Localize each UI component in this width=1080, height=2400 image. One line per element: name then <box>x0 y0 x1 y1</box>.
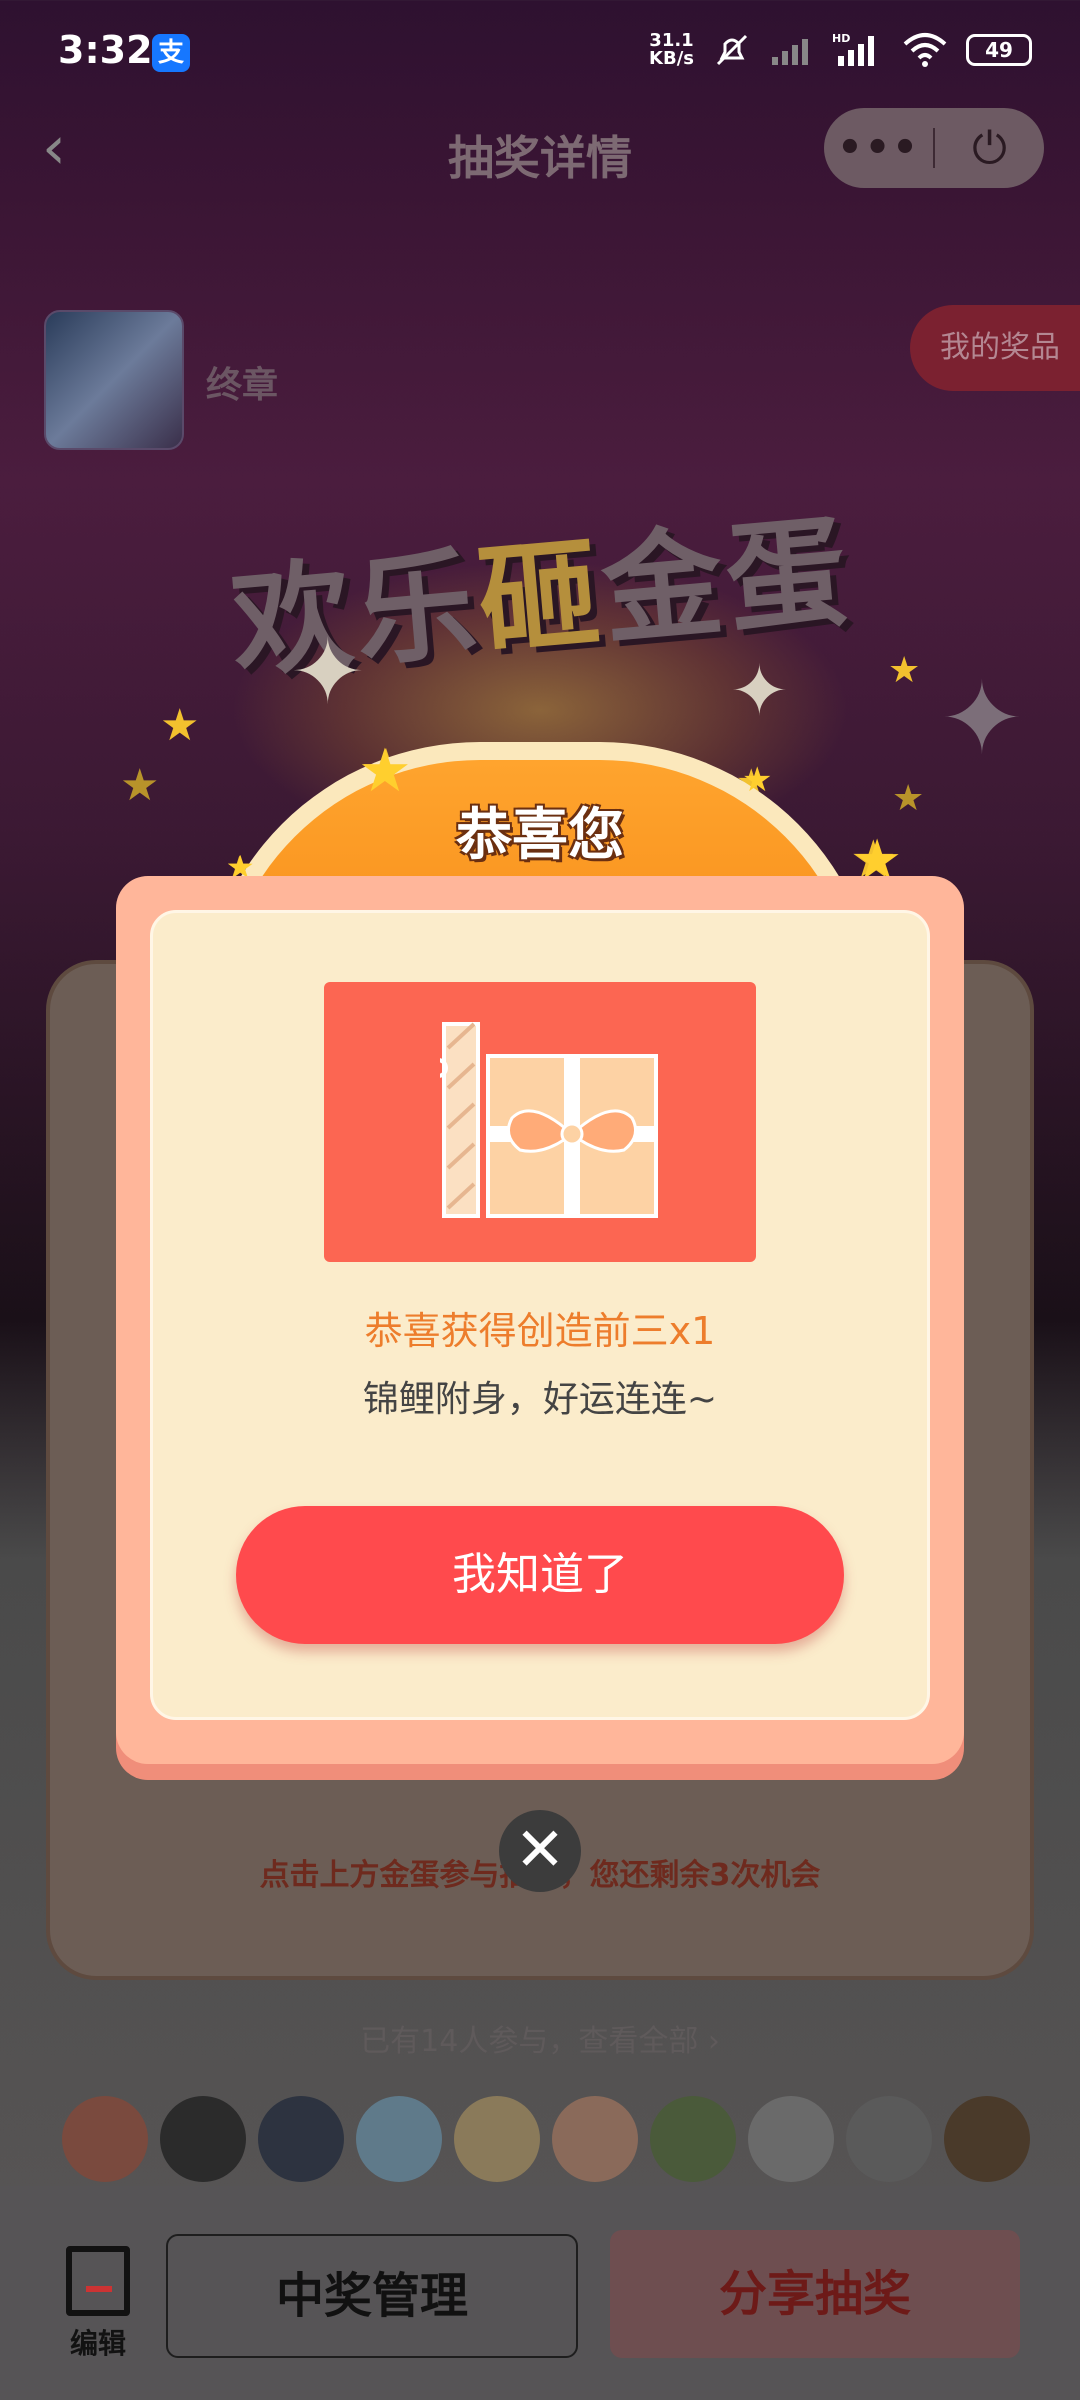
net-speed-unit: KB/s <box>649 48 694 69</box>
star-icon: ★ <box>160 700 200 751</box>
participant-avatar[interactable] <box>454 2096 540 2182</box>
edit-label: 编辑 <box>69 2327 126 2360</box>
participant-avatar[interactable] <box>944 2096 1030 2182</box>
confirm-button[interactable]: 我知道了 <box>236 1506 844 1644</box>
more-icon[interactable]: ••• <box>824 125 933 171</box>
battery-indicator: 49 <box>966 34 1032 66</box>
participants-link[interactable]: 已有14人参与，查看全部 › <box>0 2016 1080 2060</box>
bottom-bar: 编辑 中奖管理 分享抽奖 <box>0 2186 1080 2400</box>
my-prizes-button[interactable]: 我的奖品 <box>910 305 1080 391</box>
banner-title-part3: 金蛋 <box>596 502 856 663</box>
svg-text:HD: HD <box>832 32 850 45</box>
wifi-icon <box>903 33 947 67</box>
prize-subtitle: 锦鲤附身，好运连连~ <box>362 1379 718 1420</box>
participant-avatar[interactable] <box>650 2096 736 2182</box>
sparkle-icon: ✦ <box>940 660 1024 777</box>
edit-icon <box>66 2246 130 2316</box>
banner-title-part2: 砸 <box>473 523 609 674</box>
participant-avatar[interactable] <box>62 2096 148 2182</box>
sparkle-icon: ✦ <box>730 650 789 732</box>
edit-button[interactable]: 编辑 <box>58 2246 138 2362</box>
power-icon[interactable]: ⏻ <box>935 123 1044 174</box>
status-icons: 31.1 KB/s HD 49 <box>649 30 1032 70</box>
nav-bar: ‹ 抽奖详情 ••• ⏻ <box>0 100 1080 200</box>
mute-bell-icon <box>716 34 748 66</box>
signal-off-icon <box>772 39 808 65</box>
modal-heading: 恭喜您 <box>456 803 624 868</box>
status-time: 3:32 <box>58 28 153 72</box>
participant-avatars <box>62 2096 1030 2182</box>
star-icon: ★ <box>888 650 921 691</box>
host-name: 终章 <box>206 365 279 406</box>
share-lottery-button[interactable]: 分享抽奖 <box>610 2230 1020 2358</box>
participant-avatar[interactable] <box>552 2096 638 2182</box>
participant-avatar[interactable] <box>748 2096 834 2182</box>
net-speed: 31.1 KB/s <box>649 32 694 68</box>
prize-title: 恭喜获得创造前三x1 <box>364 1309 716 1353</box>
alipay-icon: 支 <box>152 34 190 72</box>
participant-avatar[interactable] <box>356 2096 442 2182</box>
prize-management-button[interactable]: 中奖管理 <box>166 2234 578 2358</box>
participant-avatar[interactable] <box>258 2096 344 2182</box>
host-avatar <box>44 310 184 450</box>
close-icon[interactable]: ✕ <box>499 1810 581 1892</box>
participant-avatar[interactable] <box>846 2096 932 2182</box>
participant-avatar[interactable] <box>160 2096 246 2182</box>
signal-hd-icon: HD <box>832 32 874 66</box>
sparkle-icon: ✦ <box>290 620 366 725</box>
mini-program-capsule: ••• ⏻ <box>824 108 1044 188</box>
status-bar: 3:32 支 31.1 KB/s HD 49 <box>0 0 1080 100</box>
gift-icon <box>440 1022 658 1218</box>
